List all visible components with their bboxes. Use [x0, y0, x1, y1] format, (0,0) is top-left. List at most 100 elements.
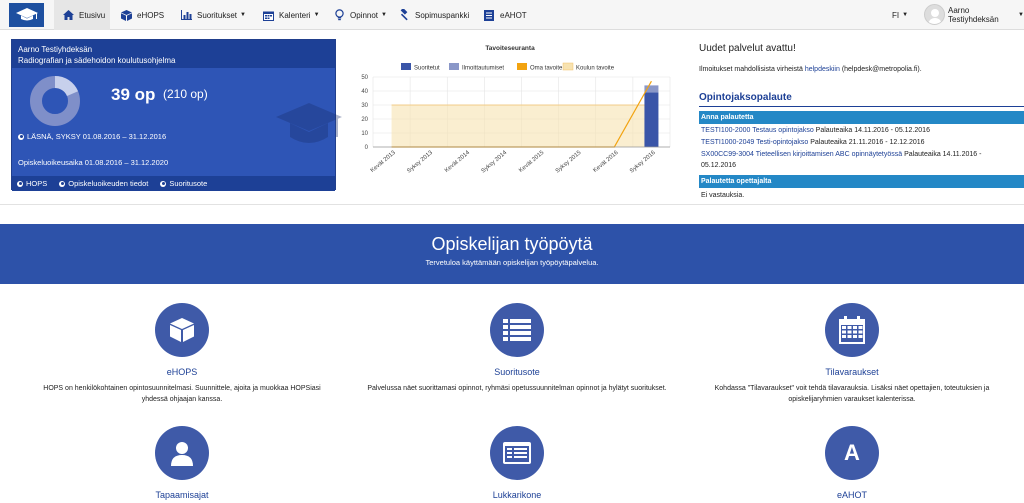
tile-icon-circle[interactable]: [155, 303, 209, 357]
clock-icon: [18, 133, 24, 140]
tile-tilavaraukset[interactable]: Tilavaraukset Kohdassa "Tilavaraukset" v…: [692, 303, 1012, 405]
feedback-course-link[interactable]: TESTI100-2000 Testaus opintojakso: [701, 127, 814, 134]
arrow-circle-icon: [17, 180, 23, 187]
goal-chart-svg: Tavoiteseuranta Suoritetut Ilmoittautumise…: [361, 45, 671, 175]
tile-description: Kohdassa "Tilavaraukset" voit tehdä tila…: [714, 385, 990, 403]
nav-label: Sopimuspankki: [415, 10, 470, 20]
language-selector[interactable]: FI ▼: [892, 0, 908, 30]
arrow-circle-icon: [59, 180, 66, 187]
nav-item-eahot[interactable]: eAHOT: [483, 0, 527, 30]
tile-title[interactable]: Tapaamisajat: [22, 490, 342, 500]
user-icon: [171, 442, 193, 466]
tile-title[interactable]: Tilavaraukset: [692, 367, 1012, 377]
tile-icon-circle[interactable]: A: [825, 426, 879, 480]
feedback-row: TESTI100-2000 Testaus opintojakso Palaut…: [701, 127, 930, 134]
home-icon: [62, 9, 74, 21]
divider: [0, 204, 1024, 205]
tile-title[interactable]: eAHOT: [692, 490, 1012, 500]
divider: [699, 106, 1024, 107]
x-tick-label: Kevät 2016: [592, 150, 620, 175]
news-text-before: Ilmoitukset mahdollisista virheistä: [699, 66, 803, 73]
feedback-row-continued: 05.12.2016: [701, 162, 736, 169]
cube-icon: [120, 9, 132, 21]
tile-ehops[interactable]: eHOPS HOPS on henkilökohtainen opintosuu…: [22, 303, 342, 405]
calendar-icon: [262, 9, 274, 21]
tile-eahot[interactable]: A eAHOT: [692, 426, 1012, 500]
tile-tapaamisajat[interactable]: Tapaamisajat: [22, 426, 342, 500]
legend-label: Suoritetut: [414, 66, 440, 72]
link-transcript[interactable]: Suoritusote: [160, 179, 207, 188]
legend-swatch: [562, 62, 574, 71]
y-tick-label: 50: [361, 75, 368, 81]
link-label: HOPS: [26, 179, 48, 188]
graduation-cap-icon: [276, 103, 342, 143]
letter-a-icon: A: [844, 440, 860, 465]
chevron-down-icon: ▼: [1018, 12, 1024, 18]
legend-label: Oma tavoite: [530, 66, 563, 72]
feedback-period: 05.12.2016: [701, 162, 737, 169]
user-menu[interactable]: Aarno Testiyhdeksän ▼: [948, 0, 1024, 30]
lightbulb-icon: [333, 9, 345, 21]
credits-completed: 39 op: [111, 85, 156, 104]
news-title: Uudet palvelut avattu!: [699, 43, 796, 54]
link-study-right-details[interactable]: Opiskeluoikeuden tiedot: [59, 179, 148, 188]
link-label: Opiskeluoikeuden tiedot: [68, 179, 149, 188]
nav-label: Kalenteri: [279, 10, 311, 20]
nav-item-sopimuspankki[interactable]: Sopimuspankki: [398, 0, 469, 30]
cube-icon: [170, 318, 194, 342]
nav-item-opinnot[interactable]: Opinnot ▼: [333, 0, 387, 30]
legend-swatch: [401, 63, 411, 70]
tile-icon-circle[interactable]: [155, 426, 209, 480]
metropolia-logo[interactable]: [9, 3, 44, 27]
nav-item-ehops[interactable]: eHOPS: [120, 0, 164, 30]
student-header: Aarno Testiyhdeksän Radiografian ja säde…: [12, 40, 335, 68]
chevron-down-icon: ▼: [313, 12, 320, 18]
news-text-after: (helpdesk@metropolia.fi).: [841, 66, 922, 73]
language-label: FI: [892, 10, 900, 20]
feedback-course-link[interactable]: TESTI1000-2049 Testi-opintojakso: [701, 139, 808, 146]
x-tick-label: Kevät 2013: [370, 150, 398, 175]
study-right-period: Opiskeluoikeusaika 01.08.2016 – 31.12.20…: [18, 158, 169, 167]
y-tick-label: 10: [361, 131, 368, 137]
tile-icon-circle[interactable]: [490, 303, 544, 357]
nav-item-etusivu[interactable]: Etusivu: [54, 0, 110, 30]
tile-title[interactable]: Lukkarikone: [357, 490, 677, 500]
feedback-period: Palauteaika 14.11.2016 -: [904, 151, 982, 158]
feedback-row: SX00CC99-3004 Tieteellisen kirjoittamise…: [701, 151, 981, 158]
tile-lukkarikone[interactable]: Lukkarikone: [357, 426, 677, 500]
nav-item-kalenteri[interactable]: Kalenteri ▼: [262, 0, 320, 30]
x-tick-label: Syksy 2014: [481, 150, 509, 175]
hero-title: Opiskelijan työpöytä: [431, 234, 593, 254]
y-tick-label: 0: [365, 145, 369, 151]
chart-title: Tavoiteseuranta: [485, 45, 535, 52]
x-tick-label: Syksy 2016: [629, 150, 657, 175]
nav-item-suoritukset[interactable]: Suoritukset ▼: [180, 0, 246, 30]
hero-subtitle: Tervetuloa käyttämään opiskelijan työpöy…: [425, 258, 599, 267]
top-navbar: Etusivu eHOPS Suoritukset ▼ Kalenteri ▼ …: [0, 0, 1024, 30]
nav-label: eAHOT: [500, 10, 527, 20]
nav-label: eHOPS: [137, 10, 165, 20]
helpdesk-link[interactable]: helpdeskiin: [805, 66, 840, 73]
teacher-feedback-header: Palautetta opettajalta: [699, 175, 1024, 188]
feedback-course-link[interactable]: SX00CC99-3004 Tieteellisen kirjoittamise…: [701, 151, 902, 158]
tile-suoritusote[interactable]: Suoritusote Palvelussa näet suorittamasi…: [357, 303, 677, 394]
schedule-icon: [503, 442, 531, 464]
feedback-row: TESTI1000-2049 Testi-opintojakso Palaute…: [701, 139, 925, 146]
x-tick-label: Syksy 2013: [406, 150, 434, 175]
news-and-feedback-panel: Uudet palvelut avattu! Ilmoitukset mahdo…: [699, 39, 1024, 209]
tile-icon-circle[interactable]: [490, 426, 544, 480]
nav-label: Opinnot: [350, 10, 379, 20]
tile-icon-circle[interactable]: [825, 303, 879, 357]
bar-chart-icon: [180, 9, 192, 21]
chevron-down-icon: ▼: [381, 12, 387, 18]
tile-title[interactable]: Suoritusote: [357, 367, 677, 377]
document-icon: [483, 9, 495, 21]
y-tick-label: 30: [361, 103, 368, 109]
tile-title[interactable]: eHOPS: [22, 367, 342, 377]
avatar[interactable]: [924, 4, 945, 25]
x-tick-label: Syksy 2015: [555, 150, 583, 175]
no-answers-text: Ei vastauksia.: [701, 192, 745, 199]
enrollment-status: LÄSNÄ, SYKSY 01.08.2016 – 31.12.2016: [18, 132, 166, 141]
arrow-circle-icon: [160, 180, 167, 187]
link-hops[interactable]: HOPS: [17, 179, 47, 188]
